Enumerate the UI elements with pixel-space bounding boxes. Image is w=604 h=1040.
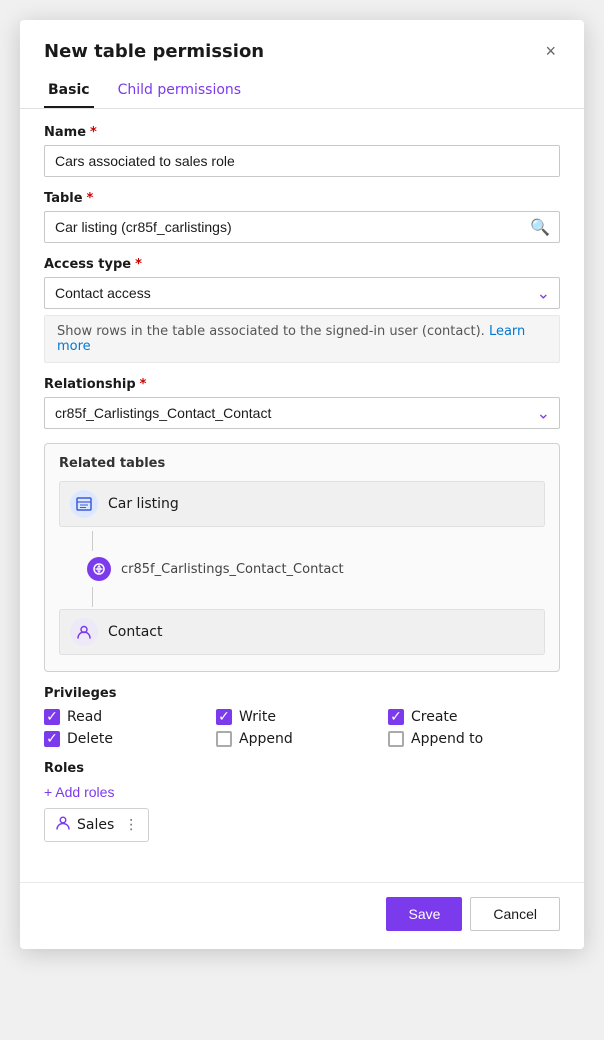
access-type-info-box: Show rows in the table associated to the… (44, 315, 560, 363)
name-label: Name * (44, 125, 560, 140)
append-to-label: Append to (411, 731, 483, 747)
modal-header: New table permission × (20, 20, 584, 74)
relationship-select[interactable]: cr85f_Carlistings_Contact_Contact (44, 397, 560, 429)
related-table-contact: Contact (59, 609, 545, 655)
append-label: Append (239, 731, 293, 747)
read-label: Read (67, 709, 102, 725)
roles-list: Sales ⋮ (44, 808, 560, 842)
relationship-label: Relationship * (44, 377, 560, 392)
privilege-append-to: Append to (388, 731, 560, 747)
relationship-required-marker: * (140, 377, 147, 392)
table-required-marker: * (87, 191, 94, 206)
related-table-car-listing: Car listing (59, 481, 545, 527)
new-table-permission-modal: New table permission × Basic Child permi… (20, 20, 584, 949)
privileges-title: Privileges (44, 686, 560, 701)
modal-body: Name * Table * 🔍 Access type * (20, 125, 584, 882)
divider-contact (79, 587, 545, 607)
table-icon-car-listing (70, 490, 98, 518)
car-listing-label: Car listing (108, 496, 179, 512)
contact-label: Contact (108, 624, 162, 640)
relationship-field-group: Relationship * cr85f_Carlistings_Contact… (44, 377, 560, 429)
related-table-link-row: cr85f_Carlistings_Contact_Contact (59, 553, 545, 585)
create-label: Create (411, 709, 458, 725)
modal-title: New table permission (44, 41, 264, 62)
tab-child-permissions[interactable]: Child permissions (114, 74, 246, 108)
modal-footer: Save Cancel (20, 882, 584, 949)
table-field-group: Table * 🔍 (44, 191, 560, 243)
access-type-field-group: Access type * Contact access Global acce… (44, 257, 560, 309)
name-input[interactable] (44, 145, 560, 177)
write-checkbox[interactable]: ✓ (216, 709, 232, 725)
tab-basic[interactable]: Basic (44, 74, 94, 108)
read-checkbox[interactable]: ✓ (44, 709, 60, 725)
relationship-select-wrapper: cr85f_Carlistings_Contact_Contact ⌄ (44, 397, 560, 429)
create-checkbox[interactable]: ✓ (388, 709, 404, 725)
privilege-read: ✓ Read (44, 709, 216, 725)
role-sales: Sales ⋮ (44, 808, 149, 842)
name-required-marker: * (90, 125, 97, 140)
privilege-append: Append (216, 731, 388, 747)
name-field-group: Name * (44, 125, 560, 177)
write-label: Write (239, 709, 276, 725)
link-row-label: cr85f_Carlistings_Contact_Contact (121, 562, 344, 577)
table-input[interactable] (44, 211, 560, 243)
roles-title: Roles (44, 761, 560, 776)
delete-label: Delete (67, 731, 113, 747)
privilege-delete: ✓ Delete (44, 731, 216, 747)
sales-role-label: Sales (77, 817, 114, 833)
table-icon-contact (70, 618, 98, 646)
access-type-select[interactable]: Contact access Global access Account acc… (44, 277, 560, 309)
role-menu-icon[interactable]: ⋮ (124, 817, 138, 833)
related-tables-title: Related tables (59, 456, 545, 471)
privileges-section: Privileges ✓ Read ✓ Write ✓ Create (44, 686, 560, 747)
privilege-write: ✓ Write (216, 709, 388, 725)
privileges-grid: ✓ Read ✓ Write ✓ Create ✓ Delete (44, 709, 560, 747)
roles-section: Roles + Add roles Sales ⋮ (44, 761, 560, 842)
append-to-checkbox[interactable] (388, 731, 404, 747)
delete-checkbox[interactable]: ✓ (44, 731, 60, 747)
search-icon: 🔍 (530, 218, 550, 237)
access-type-select-wrapper: Contact access Global access Account acc… (44, 277, 560, 309)
append-checkbox[interactable] (216, 731, 232, 747)
role-person-icon (55, 815, 71, 835)
access-type-required-marker: * (135, 257, 142, 272)
table-label: Table * (44, 191, 560, 206)
privilege-create: ✓ Create (388, 709, 560, 725)
access-type-label: Access type * (44, 257, 560, 272)
cancel-button[interactable]: Cancel (470, 897, 560, 931)
table-search-wrapper: 🔍 (44, 211, 560, 243)
add-roles-button[interactable]: + Add roles (44, 784, 114, 800)
divider-link (79, 531, 545, 551)
related-tables-box: Related tables Car listing (44, 443, 560, 672)
save-button[interactable]: Save (386, 897, 462, 931)
close-button[interactable]: × (541, 38, 560, 64)
link-icon (87, 557, 111, 581)
tab-bar: Basic Child permissions (20, 74, 584, 109)
